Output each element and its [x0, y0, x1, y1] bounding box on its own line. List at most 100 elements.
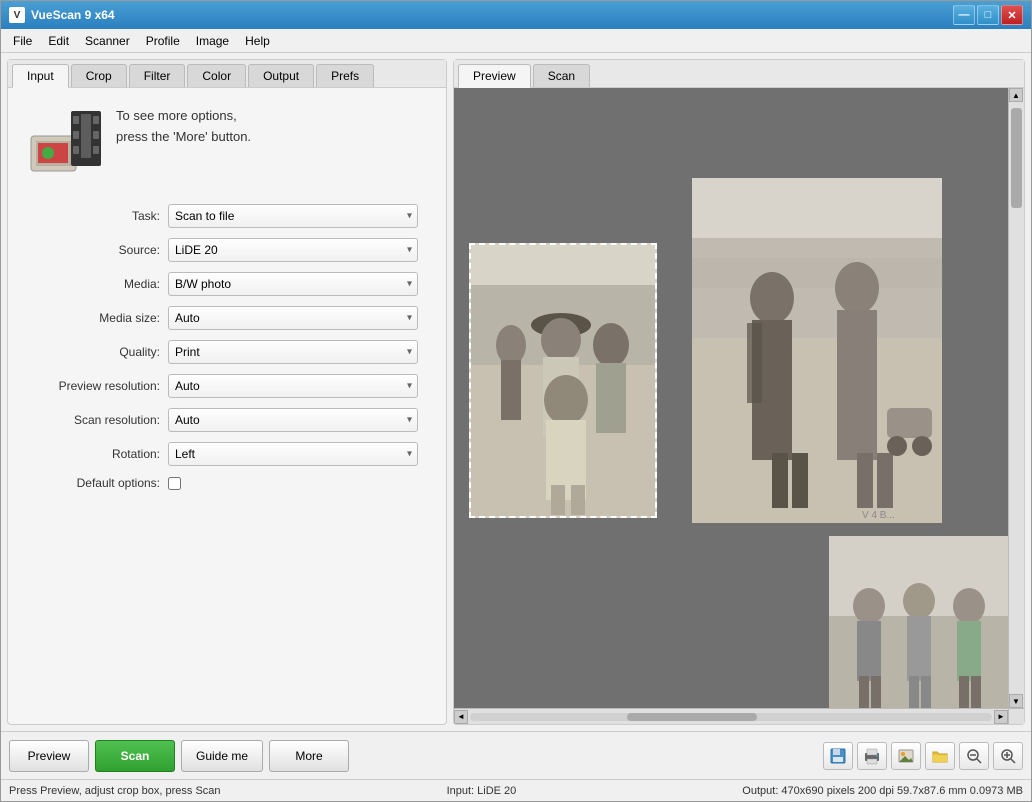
quality-select-wrapper: Print	[168, 340, 418, 364]
scan-button[interactable]: Scan	[95, 740, 175, 772]
tab-scan[interactable]: Scan	[533, 64, 590, 87]
zoom-in-icon-button[interactable]	[993, 742, 1023, 770]
source-select-wrapper: LiDE 20	[168, 238, 418, 262]
save-icon	[829, 747, 847, 765]
tab-crop[interactable]: Crop	[71, 64, 127, 87]
rotation-select-wrapper: Left	[168, 442, 418, 466]
quality-row: Quality: Print	[18, 340, 436, 364]
scroll-corner	[1008, 708, 1024, 724]
photo-swimmers-svg	[829, 536, 1009, 724]
left-panel: Input Crop Filter Color Output Prefs	[7, 59, 447, 725]
preview-tabs: Preview Scan	[454, 60, 1024, 88]
menu-image[interactable]: Image	[188, 32, 237, 50]
guideme-button[interactable]: Guide me	[181, 740, 263, 772]
tab-output[interactable]: Output	[248, 64, 314, 87]
photo-people-svg	[471, 245, 657, 518]
source-label: Source:	[18, 243, 168, 257]
photo-women-svg: V 4 B...	[692, 178, 942, 523]
photo-selected	[469, 243, 657, 518]
maximize-button[interactable]: □	[977, 5, 999, 25]
right-panel: Preview Scan	[453, 59, 1025, 725]
scroll-up-button[interactable]: ▲	[1009, 88, 1023, 102]
media-select[interactable]: B/W photo	[168, 272, 418, 296]
title-bar: V VueScan 9 x64 — □ ✕	[1, 1, 1031, 29]
close-button[interactable]: ✕	[1001, 5, 1023, 25]
task-select[interactable]: Scan to file	[168, 204, 418, 228]
bottom-bar: Preview Scan Guide me More	[1, 731, 1031, 779]
scroll-thumb-h[interactable]	[627, 713, 758, 721]
mediasize-select[interactable]: Auto	[168, 306, 418, 330]
horizontal-scrollbar[interactable]: ◄ ►	[454, 708, 1008, 724]
task-select-wrapper: Scan to file	[168, 204, 418, 228]
scroll-right-button[interactable]: ►	[994, 710, 1008, 724]
action-buttons: Preview Scan Guide me More	[9, 740, 349, 772]
task-row: Task: Scan to file	[18, 204, 436, 228]
scanres-row: Scan resolution: Auto	[18, 408, 436, 432]
media-label: Media:	[18, 277, 168, 291]
window-title: VueScan 9 x64	[31, 8, 115, 22]
scanres-select[interactable]: Auto	[168, 408, 418, 432]
svg-text:V 4 B...: V 4 B...	[862, 510, 895, 521]
source-select[interactable]: LiDE 20	[168, 238, 418, 262]
more-button[interactable]: More	[269, 740, 349, 772]
menu-profile[interactable]: Profile	[138, 32, 188, 50]
bottom-icon-bar	[823, 742, 1023, 770]
default-options-label: Default options:	[18, 476, 168, 490]
quality-select[interactable]: Print	[168, 340, 418, 364]
menu-help[interactable]: Help	[237, 32, 278, 50]
media-select-wrapper: B/W photo	[168, 272, 418, 296]
previewres-select-wrapper: Auto	[168, 374, 418, 398]
zoom-in-icon	[999, 747, 1017, 765]
zoom-out-icon	[965, 747, 983, 765]
title-buttons: — □ ✕	[953, 5, 1023, 25]
media-row: Media: B/W photo	[18, 272, 436, 296]
mediasize-select-wrapper: Auto	[168, 306, 418, 330]
previewres-label: Preview resolution:	[18, 379, 168, 393]
scroll-down-button[interactable]: ▼	[1009, 694, 1023, 708]
image-icon-button[interactable]	[891, 742, 921, 770]
scanner-film-icon	[26, 106, 106, 176]
scroll-left-button[interactable]: ◄	[454, 710, 468, 724]
main-window: V VueScan 9 x64 — □ ✕ File Edit Scanner …	[0, 0, 1032, 802]
status-right: Output: 470x690 pixels 200 dpi 59.7x87.6…	[742, 785, 1023, 797]
scanres-label: Scan resolution:	[18, 413, 168, 427]
scroll-track-h	[470, 713, 992, 721]
menu-file[interactable]: File	[5, 32, 40, 50]
preview-button[interactable]: Preview	[9, 740, 89, 772]
vertical-scrollbar[interactable]: ▲ ▼	[1008, 88, 1024, 708]
left-tabs: Input Crop Filter Color Output Prefs	[8, 60, 446, 88]
tab-filter[interactable]: Filter	[129, 64, 186, 87]
menu-bar: File Edit Scanner Profile Image Help	[1, 29, 1031, 53]
mediasize-label: Media size:	[18, 311, 168, 325]
mediasize-row: Media size: Auto	[18, 306, 436, 330]
info-message: To see more options,press the 'More' but…	[116, 106, 251, 148]
rotation-select[interactable]: Left	[168, 442, 418, 466]
save-icon-button[interactable]	[823, 742, 853, 770]
source-row: Source: LiDE 20	[18, 238, 436, 262]
default-options-checkbox[interactable]	[168, 477, 181, 490]
main-content: Input Crop Filter Color Output Prefs	[1, 53, 1031, 731]
input-panel-body: To see more options,press the 'More' but…	[8, 88, 446, 724]
scroll-thumb-v[interactable]	[1011, 108, 1022, 208]
tab-prefs[interactable]: Prefs	[316, 64, 374, 87]
print-icon-button[interactable]	[857, 742, 887, 770]
folder-icon-button[interactable]	[925, 742, 955, 770]
tab-input[interactable]: Input	[12, 64, 69, 88]
previewres-select[interactable]: Auto	[168, 374, 418, 398]
zoom-out-icon-button[interactable]	[959, 742, 989, 770]
photo-swimmers	[829, 536, 1009, 724]
image-icon	[897, 747, 915, 765]
minimize-button[interactable]: —	[953, 5, 975, 25]
default-options-row: Default options:	[18, 476, 436, 490]
preview-area[interactable]: V 4 B...	[454, 88, 1024, 724]
title-bar-left: V VueScan 9 x64	[9, 7, 115, 23]
menu-edit[interactable]: Edit	[40, 32, 77, 50]
tab-preview[interactable]: Preview	[458, 64, 531, 88]
scanres-select-wrapper: Auto	[168, 408, 418, 432]
tab-color[interactable]: Color	[187, 64, 246, 87]
info-icon-area	[26, 106, 106, 176]
app-icon: V	[9, 7, 25, 23]
menu-scanner[interactable]: Scanner	[77, 32, 138, 50]
status-middle: Input: LiDE 20	[447, 785, 517, 797]
quality-label: Quality:	[18, 345, 168, 359]
